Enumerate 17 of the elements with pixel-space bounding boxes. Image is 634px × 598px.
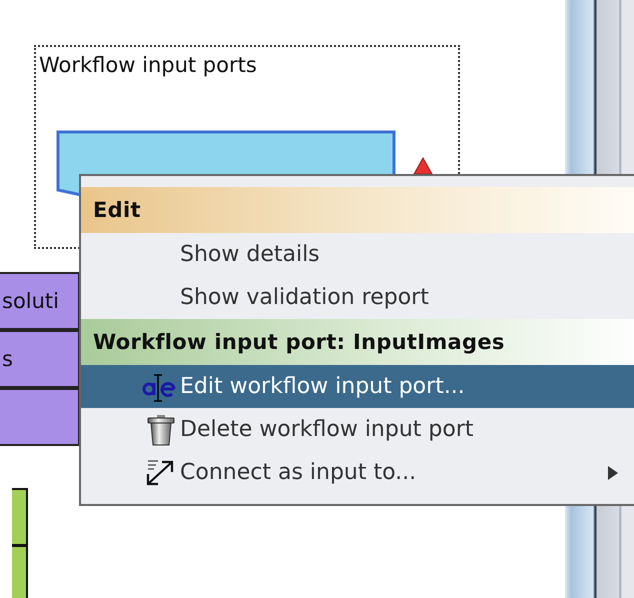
menu-item[interactable]: Edit workflow input port... bbox=[81, 365, 634, 408]
processor-node[interactable] bbox=[0, 388, 80, 446]
menu-item[interactable]: Show validation report bbox=[81, 276, 634, 319]
group-label: Workflow input ports bbox=[39, 53, 257, 77]
processor-node[interactable] bbox=[12, 488, 28, 546]
trash-icon bbox=[146, 414, 176, 446]
warning-triangle-icon bbox=[413, 157, 433, 175]
processor-node[interactable] bbox=[12, 545, 28, 598]
connect-arrow-icon bbox=[144, 458, 176, 488]
menu-item[interactable]: Delete workflow input port bbox=[81, 408, 634, 451]
menu-section-header: Edit bbox=[81, 187, 634, 233]
menu-item[interactable]: Connect as input to... bbox=[81, 451, 634, 494]
rename-icon bbox=[142, 372, 176, 402]
processor-node[interactable]: soluti bbox=[0, 272, 80, 330]
processor-node[interactable]: s bbox=[0, 330, 80, 388]
menu-section-header: Workflow input port: InputImages bbox=[81, 319, 634, 365]
menu-item[interactable]: Show details bbox=[81, 233, 634, 276]
